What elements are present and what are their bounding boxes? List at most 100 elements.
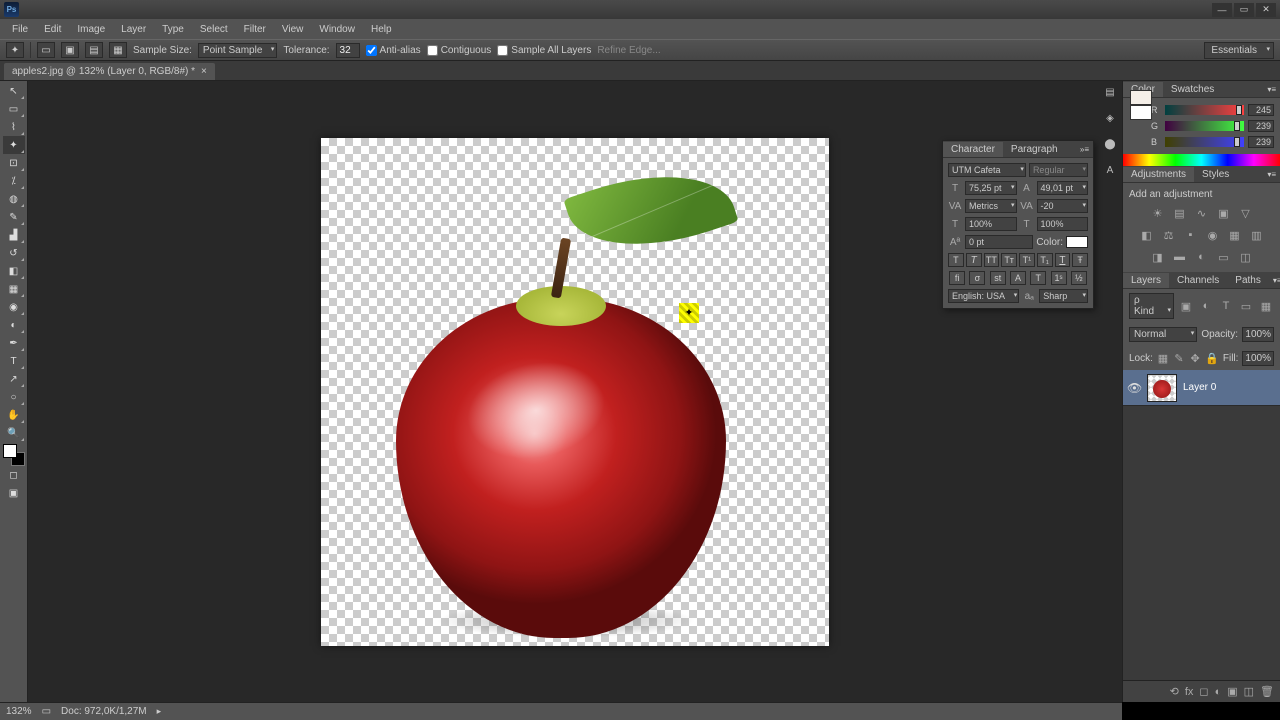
lasso-tool[interactable]: ⌇ (3, 118, 25, 136)
superscript-button[interactable]: T¹ (1019, 253, 1035, 267)
layer-mask-icon[interactable]: ◻ (1199, 685, 1208, 698)
menu-view[interactable]: View (274, 22, 312, 37)
magic-wand-tool[interactable]: ✦ (3, 136, 25, 154)
channel-mixer-icon[interactable]: ▦ (1227, 227, 1243, 243)
hand-tool[interactable]: ✋ (3, 406, 25, 424)
sample-all-checkbox[interactable]: Sample All Layers (497, 45, 591, 56)
b-slider[interactable] (1165, 137, 1244, 147)
dodge-tool[interactable]: ◐ (3, 316, 25, 334)
menu-select[interactable]: Select (192, 22, 236, 37)
exposure-icon[interactable]: ▣ (1216, 205, 1232, 221)
opacity-value[interactable]: 100% (1242, 327, 1274, 342)
tab-swatches[interactable]: Swatches (1163, 82, 1222, 97)
history-panel-icon[interactable]: ▤ (1100, 83, 1120, 101)
new-layer-icon[interactable]: ◫ (1244, 685, 1254, 698)
lookup-icon[interactable]: ▥ (1249, 227, 1265, 243)
language-dropdown[interactable]: English: USA (948, 289, 1019, 303)
document-tab[interactable]: apples2.jpg @ 132% (Layer 0, RGB/8#) * × (4, 63, 215, 80)
allcaps-button[interactable]: TT (984, 253, 1000, 267)
vscale-input[interactable]: 100% (965, 217, 1017, 231)
status-icon[interactable]: ▭ (42, 706, 51, 717)
gradient-map-icon[interactable]: ▭ (1216, 249, 1232, 265)
filter-type-icon[interactable]: T (1218, 298, 1234, 314)
background-color-swatch[interactable] (1130, 105, 1152, 120)
brightness-icon[interactable]: ☀ (1150, 205, 1166, 221)
lock-position-icon[interactable]: ✥ (1189, 350, 1201, 366)
refine-edge-button[interactable]: Refine Edge... (597, 45, 660, 56)
layer-style-icon[interactable]: fx (1185, 686, 1194, 698)
menu-image[interactable]: Image (69, 22, 113, 37)
type-panel-icon[interactable]: A (1100, 161, 1120, 179)
layers-panel-menu-icon[interactable]: ▾≡ (1269, 276, 1280, 285)
color-panel-menu-icon[interactable]: ▾≡ (1263, 85, 1280, 94)
b-value[interactable]: 239 (1248, 136, 1274, 148)
properties-panel-icon[interactable]: ◈ (1100, 109, 1120, 127)
close-tab-icon[interactable]: × (201, 66, 207, 77)
layer-thumbnail[interactable] (1147, 374, 1177, 402)
r-slider[interactable] (1165, 105, 1244, 115)
brush-tool[interactable]: ✎ (3, 208, 25, 226)
ot-fi-button[interactable]: fi (949, 271, 965, 285)
pen-tool[interactable]: ✒ (3, 334, 25, 352)
invert-icon[interactable]: ◨ (1150, 249, 1166, 265)
tab-styles[interactable]: Styles (1194, 167, 1237, 182)
doc-info-menu-icon[interactable]: ▸ (157, 706, 162, 717)
menu-filter[interactable]: Filter (236, 22, 274, 37)
subscript-button[interactable]: T₁ (1037, 253, 1053, 267)
tab-adjustments[interactable]: Adjustments (1123, 167, 1194, 182)
layer-item[interactable]: 👁 Layer 0 (1123, 370, 1280, 406)
link-layers-icon[interactable]: ⟲ (1170, 685, 1179, 698)
baseline-input[interactable]: 0 pt (965, 235, 1033, 249)
character-panel-menu-icon[interactable]: »≡ (1076, 145, 1093, 154)
menu-help[interactable]: Help (363, 22, 400, 37)
fill-value[interactable]: 100% (1242, 351, 1274, 366)
minimize-button[interactable]: — (1212, 3, 1232, 17)
tool-preset-icon[interactable]: ✦ (6, 42, 24, 58)
blur-tool[interactable]: ◉ (3, 298, 25, 316)
menu-file[interactable]: File (4, 22, 36, 37)
layer-kind-filter[interactable]: ρ Kind (1129, 293, 1174, 319)
quick-mask-icon[interactable]: ◻ (3, 466, 25, 484)
menu-layer[interactable]: Layer (113, 22, 154, 37)
filter-smart-icon[interactable]: ▦ (1258, 298, 1274, 314)
g-slider[interactable] (1165, 121, 1244, 131)
sample-size-dropdown[interactable]: Point Sample (198, 43, 277, 58)
tab-paths[interactable]: Paths (1227, 273, 1269, 288)
g-value[interactable]: 239 (1248, 120, 1274, 132)
underline-button[interactable]: T (1055, 253, 1071, 267)
zoom-tool[interactable]: 🔍 (3, 424, 25, 442)
filter-shape-icon[interactable]: ▭ (1238, 298, 1254, 314)
menu-type[interactable]: Type (154, 22, 192, 37)
new-group-icon[interactable]: ▣ (1227, 685, 1237, 698)
type-tool[interactable]: T (3, 352, 25, 370)
levels-icon[interactable]: ▤ (1172, 205, 1188, 221)
photo-filter-icon[interactable]: ◉ (1205, 227, 1221, 243)
path-selection-tool[interactable]: ↗ (3, 370, 25, 388)
shape-tool[interactable]: ○ (3, 388, 25, 406)
color-preview-swatches[interactable] (1130, 90, 1152, 120)
font-size-input[interactable]: 75,25 pt (965, 181, 1017, 195)
kerning-dropdown[interactable]: Metrics (965, 199, 1017, 213)
layer-name[interactable]: Layer 0 (1183, 382, 1216, 393)
new-fill-icon[interactable]: ◐ (1215, 686, 1222, 698)
new-selection-icon[interactable]: ▭ (37, 42, 55, 58)
zoom-level[interactable]: 132% (6, 706, 32, 717)
delete-layer-icon[interactable]: 🗑 (1260, 685, 1274, 698)
color-swatches[interactable] (3, 444, 25, 466)
lock-transparency-icon[interactable]: ▦ (1157, 350, 1169, 366)
font-style-dropdown[interactable]: Regular (1029, 163, 1088, 177)
italic-button[interactable]: T (966, 253, 982, 267)
ot-t-button[interactable]: T (1030, 271, 1046, 285)
ot-1st-button[interactable]: 1ˢ (1051, 271, 1067, 285)
threshold-icon[interactable]: ◐ (1194, 249, 1210, 265)
strike-button[interactable]: Ŧ (1072, 253, 1088, 267)
foreground-color-swatch[interactable] (1130, 90, 1152, 105)
font-family-dropdown[interactable]: UTM Cafeta (948, 163, 1026, 177)
crop-tool[interactable]: ⊡ (3, 154, 25, 172)
tab-layers[interactable]: Layers (1123, 273, 1169, 288)
subtract-selection-icon[interactable]: ▤ (85, 42, 103, 58)
hscale-input[interactable]: 100% (1037, 217, 1089, 231)
text-color-swatch[interactable] (1066, 236, 1088, 248)
color-balance-icon[interactable]: ⚖ (1161, 227, 1177, 243)
close-button[interactable]: ✕ (1256, 3, 1276, 17)
